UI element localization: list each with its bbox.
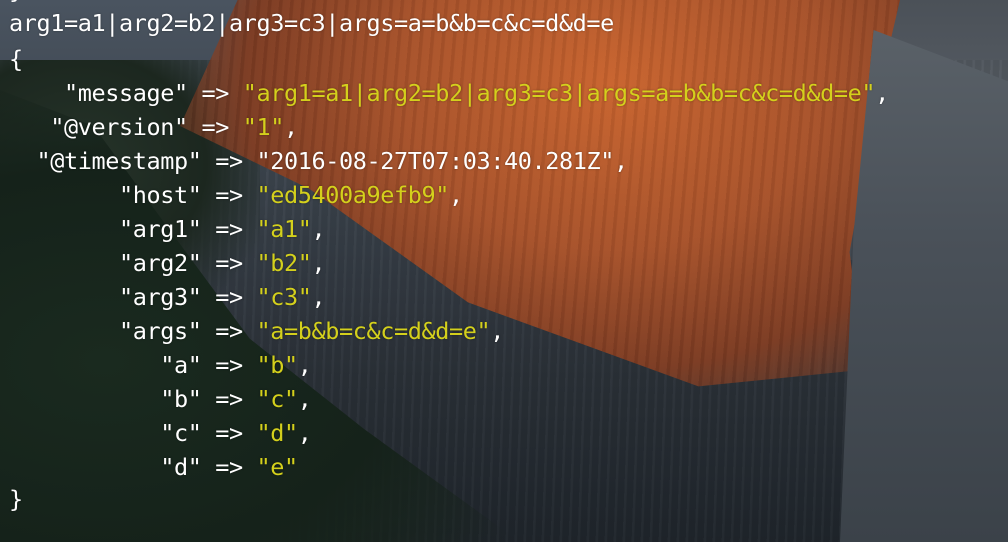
- terminal-output[interactable]: } arg1=a1|arg2=b2|arg3=c3|args=a=b&b=c&c…: [0, 0, 1008, 542]
- entry-indent: [9, 419, 160, 447]
- entry-indent: [9, 147, 37, 175]
- cut-off-line: }: [9, 0, 23, 2]
- entry-key: "@version": [50, 113, 188, 141]
- entry-row: "c" => "d",: [9, 416, 312, 450]
- entry-trailing-comma: ,: [490, 317, 504, 345]
- entry-value: "b": [256, 351, 298, 379]
- entry-trailing-comma: ,: [613, 147, 628, 175]
- entry-key: "arg1": [119, 215, 202, 243]
- entry-trailing-comma: ,: [875, 79, 889, 107]
- entry-indent: [9, 113, 50, 141]
- entry-row: "d" => "e": [9, 450, 298, 484]
- entry-row: "b" => "c",: [9, 382, 312, 416]
- entry-arrow: =>: [215, 385, 243, 413]
- entry-arrow: =>: [215, 147, 243, 175]
- entry-arrow: =>: [215, 453, 243, 481]
- entry-key: "arg2": [119, 249, 202, 277]
- entry-row: "message" => "arg1=a1|arg2=b2|arg3=c3|ar…: [9, 76, 889, 110]
- entry-key: "@timestamp": [36, 147, 202, 175]
- entry-arrow: =>: [215, 181, 243, 209]
- entry-row: "arg3" => "c3",: [9, 280, 326, 314]
- entry-arrow: =>: [215, 283, 243, 311]
- entry-row: "arg1" => "a1",: [9, 212, 326, 246]
- entry-arrow: =>: [201, 79, 229, 107]
- entry-indent: [9, 351, 160, 379]
- entry-value: "1": [242, 113, 285, 141]
- entry-key: "b": [160, 385, 202, 413]
- entry-row: "@timestamp" => "2016-08-27T07:03:40.281…: [9, 144, 629, 178]
- entry-row: "a" => "b",: [9, 348, 312, 382]
- entry-row: "arg2" => "b2",: [9, 246, 326, 280]
- entry-value: "c3": [256, 283, 312, 311]
- entry-arrow: =>: [215, 249, 243, 277]
- entry-value: "ed5400a9efb9": [256, 181, 450, 209]
- entry-key: "d": [160, 453, 202, 481]
- entry-indent: [9, 249, 119, 277]
- entry-indent: [9, 79, 64, 107]
- entry-trailing-comma: ,: [283, 113, 298, 141]
- entry-trailing-comma: ,: [297, 351, 312, 379]
- open-brace: {: [9, 45, 23, 73]
- entry-arrow: =>: [215, 419, 243, 447]
- entry-row: "@version" => "1",: [9, 110, 298, 144]
- entry-indent: [9, 453, 160, 481]
- entry-trailing-comma: ,: [297, 419, 312, 447]
- entry-trailing-comma: ,: [311, 215, 326, 243]
- entry-trailing-comma: ,: [311, 283, 326, 311]
- input-echo-line: arg1=a1|arg2=b2|arg3=c3|args=a=b&b=c&c=d…: [9, 9, 614, 37]
- entry-value: "d": [256, 419, 298, 447]
- entry-trailing-comma: ,: [311, 249, 326, 277]
- entry-indent: [9, 215, 119, 243]
- entry-arrow: =>: [215, 317, 243, 345]
- entry-value: "c": [256, 385, 298, 413]
- entry-key: "host": [119, 181, 202, 209]
- entry-key: "message": [64, 79, 188, 107]
- entry-indent: [9, 385, 160, 413]
- entry-arrow: =>: [201, 113, 229, 141]
- entry-value: "a1": [256, 215, 312, 243]
- entry-indent: [9, 317, 119, 345]
- entry-key: "args": [119, 317, 202, 345]
- entry-key: "c": [160, 419, 202, 447]
- entry-indent: [9, 283, 119, 311]
- entry-trailing-comma: ,: [448, 181, 463, 209]
- entry-value: "b2": [256, 249, 312, 277]
- entry-row: "host" => "ed5400a9efb9",: [9, 178, 463, 212]
- close-brace: }: [9, 485, 23, 513]
- entry-key: "a": [160, 351, 202, 379]
- entry-value: "e": [256, 453, 298, 481]
- entry-arrow: =>: [215, 351, 243, 379]
- entry-row: "args" => "a=b&b=c&c=d&d=e",: [9, 314, 504, 348]
- entry-indent: [9, 181, 119, 209]
- entry-value: "2016-08-27T07:03:40.281Z": [256, 147, 614, 175]
- entry-value: "arg1=a1|arg2=b2|arg3=c3|args=a=b&b=c&c=…: [242, 79, 876, 107]
- entry-trailing-comma: ,: [297, 385, 312, 413]
- entry-arrow: =>: [215, 215, 243, 243]
- entry-key: "arg3": [119, 283, 202, 311]
- entry-value: "a=b&b=c&c=d&d=e": [256, 317, 491, 345]
